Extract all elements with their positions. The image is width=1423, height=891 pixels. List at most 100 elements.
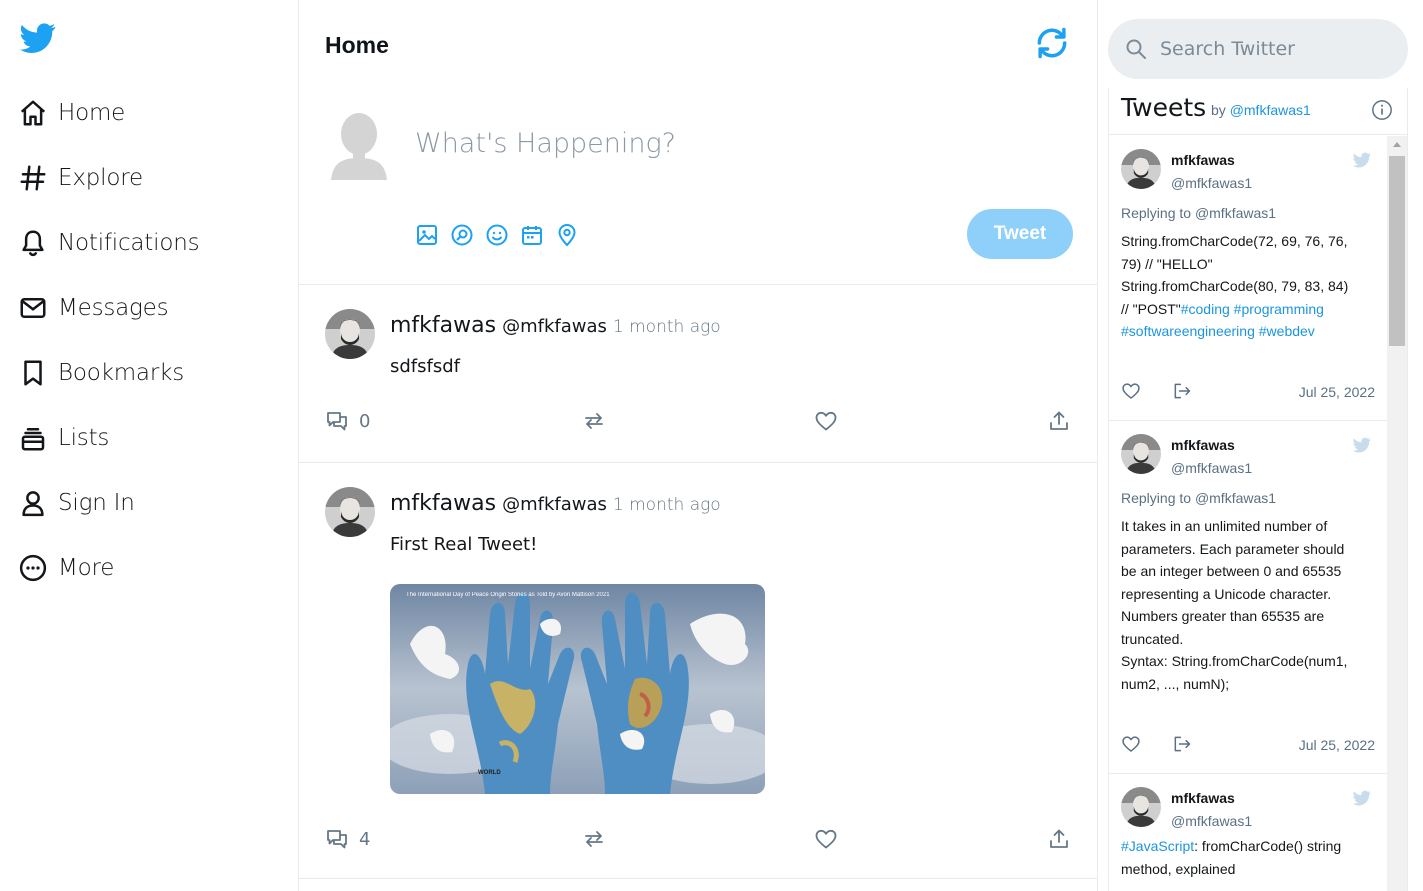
embedded-author-name[interactable]: mfkfawas [1171,152,1235,168]
hashtag-link[interactable]: #webdev [1259,323,1315,339]
tweet-button[interactable]: Tweet [967,209,1073,259]
post-timestamp: 1 month ago [612,317,721,337]
embedded-author-name[interactable]: mfkfawas [1171,790,1235,806]
sidebar-item-label: Messages [58,295,169,321]
text-line: 79) // "HELLO" [1121,255,1213,272]
avatar[interactable] [1121,149,1161,189]
sidebar-item-label: Home [58,100,126,126]
hashtag-link[interactable]: #coding [1181,301,1230,317]
embedded-author-name[interactable]: mfkfawas [1171,437,1235,453]
embedded-tweet[interactable]: mfkfawas @mfkfawas1 #JavaScript: fromCha… [1109,774,1387,891]
embedded-tweet-date[interactable]: Jul 25, 2022 [1299,737,1375,753]
embedded-author-handle[interactable]: @mfkfawas1 [1171,813,1252,829]
twitter-logo-icon[interactable] [18,20,58,56]
embedded-timeline: Tweets by @mfkfawas1 mfkfawas @mfkfawas1… [1108,88,1408,891]
retweet-button[interactable] [582,407,606,435]
sidebar-item-lists[interactable]: Lists [18,416,109,460]
embedded-tweet[interactable]: mfkfawas @mfkfawas1 Replying to @mfkfawa… [1109,136,1387,421]
avatar[interactable] [1121,434,1161,474]
hashtag-link[interactable]: #softwareengineering [1121,323,1255,339]
twitter-bird-icon[interactable] [1351,789,1373,807]
text-line: parameters. Each parameter should [1121,540,1345,557]
text-fragment: // "POST" [1121,300,1181,317]
sidebar-item-label: Lists [58,425,110,451]
avatar[interactable] [1121,787,1161,827]
share-icon [1050,829,1068,848]
reply-icon [327,830,347,849]
reply-button[interactable]: 0 [325,407,370,435]
sidebar-item-notifications[interactable]: Notifications [18,221,200,265]
scrollbar-thumb[interactable] [1389,156,1405,346]
refresh-icon[interactable] [1033,24,1071,62]
retweet-button[interactable] [582,825,606,853]
location-icon[interactable] [555,223,579,247]
embedded-tweet-actions: Jul 25, 2022 [1121,381,1375,403]
hashtag-link[interactable]: #programming [1234,301,1324,317]
info-icon[interactable] [1371,99,1393,121]
reply-button[interactable]: 4 [325,825,370,853]
embedded-author-handle[interactable]: @mfkfawas1 [1171,175,1252,191]
sidebar-item-explore[interactable]: Explore [18,156,143,200]
sidebar-item-more[interactable]: More [18,546,114,590]
main-feed: Home Tweet mfkfawas @mfkfawas 1 month ag… [298,0,1098,891]
embedded-tweet[interactable]: mfkfawas @mfkfawas1 Replying to @mfkfawa… [1109,421,1387,774]
sidebar-item-home[interactable]: Home [18,91,125,135]
post-image-label: WORLD [478,770,501,776]
compose-toolbar [415,223,579,247]
sidebar-item-label: Notifications [58,230,200,256]
mail-icon [20,298,46,318]
post-actions: 4 [325,825,1075,853]
replying-to: Replying to @mfkfawas1 [1121,205,1276,221]
text-line: Syntax: String.fromCharCode(num1, [1121,653,1348,669]
replying-to-handle[interactable]: @mfkfawas1 [1195,490,1276,506]
timeline-scrollbar[interactable] [1387,136,1407,891]
compose-input[interactable] [415,128,1035,159]
search-bar[interactable] [1108,19,1408,79]
replying-to-label: Replying to [1121,490,1192,506]
calendar-icon[interactable] [520,223,544,247]
search-input[interactable] [1160,38,1390,60]
post-author-name[interactable]: mfkfawas [390,491,496,516]
embedded-tweet-date[interactable]: Jul 25, 2022 [1299,384,1375,400]
sidebar-item-label: Explore [58,165,143,191]
share-button[interactable] [1047,407,1071,435]
heart-icon[interactable] [1121,734,1141,754]
embedded-author-handle[interactable]: @mfkfawas1 [1171,460,1252,476]
post-image[interactable]: The International Day of Peace Origin St… [390,584,765,794]
avatar[interactable] [325,487,375,537]
text-fragment: : fromCharCode() string [1194,838,1342,854]
text-line: It takes in an unlimited number of [1121,518,1328,534]
post-author-handle[interactable]: @mfkfawas [502,494,607,515]
sidebar-item-sign-in[interactable]: Sign In [18,481,135,525]
text-line: #softwareengineering #webdev [1121,320,1375,343]
scroll-up-arrow-icon[interactable] [1393,142,1401,147]
hashtag-link[interactable]: #JavaScript [1121,838,1194,854]
text-line: String.fromCharCode(72, 69, 76, 76, [1121,233,1348,249]
post-author-handle[interactable]: @mfkfawas [502,316,607,337]
twitter-bird-icon[interactable] [1351,436,1373,454]
share-link-icon[interactable] [1171,734,1193,754]
sidebar-item-bookmarks[interactable]: Bookmarks [18,351,184,395]
replying-to-label: Replying to [1121,205,1192,221]
text-line: representing a Unicode character. [1121,585,1332,602]
avatar[interactable] [325,309,375,359]
text-line: Numbers greater than 65535 are [1121,608,1325,624]
gif-search-icon[interactable] [450,223,474,247]
embedded-tweet-actions: Jul 25, 2022 [1121,734,1375,756]
like-button[interactable] [814,407,838,435]
timeline-feed: mfkfawas @mfkfawas1 Replying to @mfkfawa… [1109,136,1387,891]
sidebar-item-label: Bookmarks [58,360,184,386]
heart-icon[interactable] [1121,381,1141,401]
default-avatar [331,113,387,180]
like-button[interactable] [814,825,838,853]
emoji-icon[interactable] [485,223,509,247]
replying-to-handle[interactable]: @mfkfawas1 [1195,205,1276,221]
post-author-name[interactable]: mfkfawas [390,313,496,338]
share-link-icon[interactable] [1171,381,1193,401]
timeline-header: Tweets by @mfkfawas1 [1109,88,1407,135]
twitter-bird-icon[interactable] [1351,151,1373,169]
sidebar-item-messages[interactable]: Messages [18,286,169,330]
image-icon[interactable] [415,223,439,247]
byline-handle-link[interactable]: @mfkfawas1 [1230,102,1311,118]
share-button[interactable] [1047,825,1071,853]
